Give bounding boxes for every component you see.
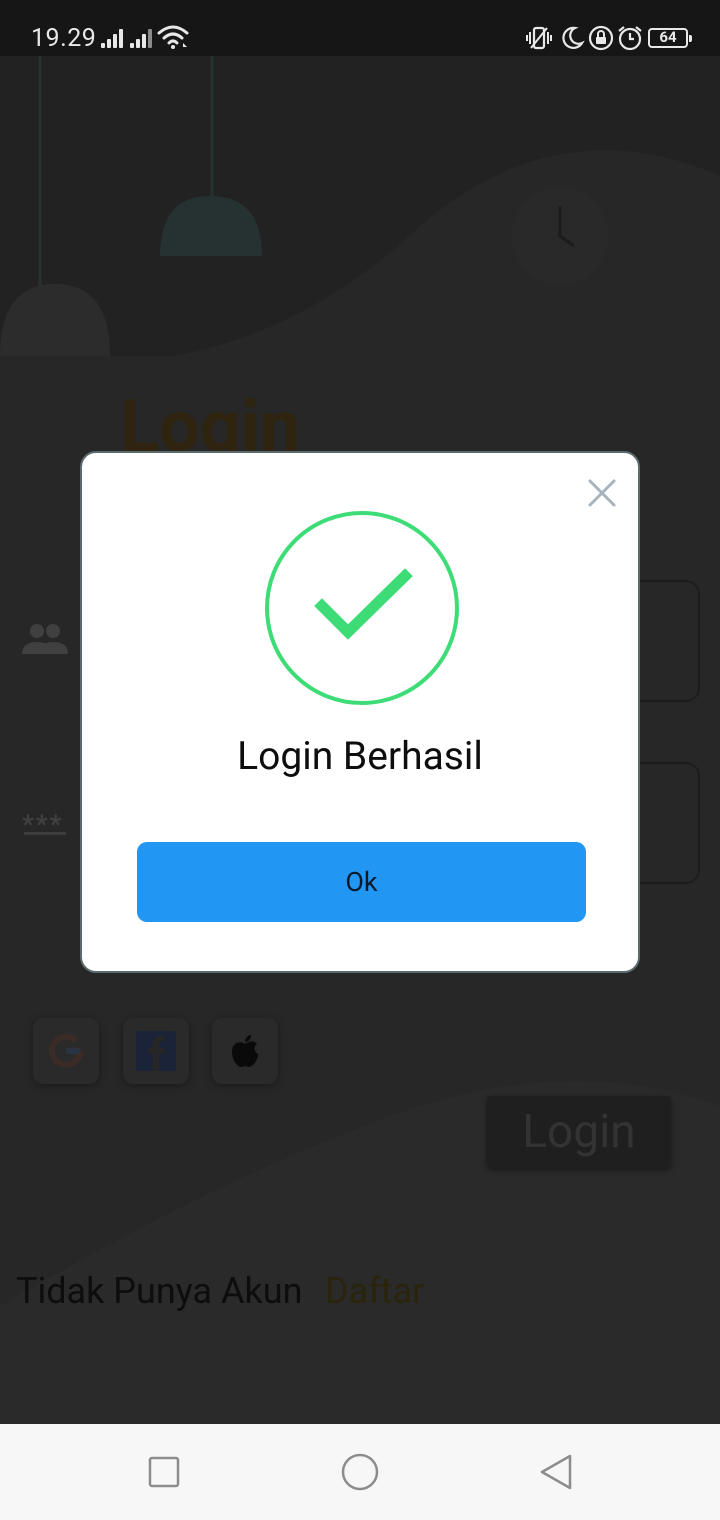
header-illustration xyxy=(0,56,720,456)
apple-icon xyxy=(232,1035,258,1067)
dialog-message: Login Berhasil xyxy=(237,733,483,779)
battery-level: 64 xyxy=(659,28,677,46)
battery-icon: 64 xyxy=(648,28,692,48)
rotation-lock-icon xyxy=(588,25,614,51)
user-icon xyxy=(22,624,68,654)
checkmark-icon xyxy=(314,568,413,640)
home-button[interactable] xyxy=(338,1450,382,1494)
login-button[interactable]: Login xyxy=(487,1096,671,1168)
wifi-icon xyxy=(157,25,189,49)
ok-button[interactable]: Ok xyxy=(137,842,586,922)
do-not-disturb-icon xyxy=(562,26,585,49)
google-button[interactable] xyxy=(33,1018,99,1084)
apple-button[interactable] xyxy=(212,1018,278,1084)
signal-icon xyxy=(130,28,154,48)
recents-button[interactable] xyxy=(142,1450,186,1494)
signal-icon xyxy=(101,28,125,48)
password-icon: *** xyxy=(22,810,66,840)
close-icon[interactable] xyxy=(584,475,620,511)
no-account-text: Tidak Punya Akun xyxy=(16,1270,303,1312)
facebook-icon xyxy=(136,1031,176,1071)
back-button[interactable] xyxy=(534,1450,578,1494)
ok-button-label: Ok xyxy=(345,866,378,898)
navigation-bar xyxy=(0,1424,720,1520)
register-link[interactable]: Daftar xyxy=(325,1270,424,1312)
google-icon xyxy=(49,1033,83,1068)
alarm-icon xyxy=(618,26,642,51)
vibrate-icon xyxy=(526,26,552,50)
success-indicator xyxy=(265,511,459,705)
status-time: 19.29 xyxy=(31,24,97,53)
success-dialog: Login Berhasil Ok xyxy=(80,451,640,973)
facebook-button[interactable] xyxy=(123,1018,189,1084)
